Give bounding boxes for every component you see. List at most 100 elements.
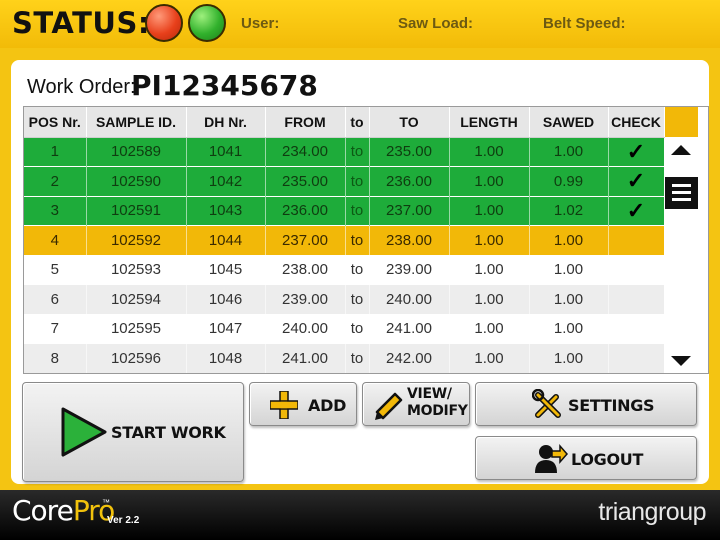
green-status-light-icon — [188, 4, 226, 42]
arrow-down-icon[interactable] — [671, 356, 691, 366]
cell-check: ✓ — [608, 137, 665, 167]
cell-sawed: 1.02 — [529, 196, 609, 226]
cell-check — [608, 343, 665, 373]
col-header-check[interactable]: CHECK — [608, 107, 665, 138]
cell-from: 239.00 — [265, 284, 346, 314]
col-header-sawed[interactable]: SAWED — [529, 107, 609, 138]
cell-sawed: 1.00 — [529, 255, 609, 285]
cell-from: 234.00 — [265, 137, 346, 167]
status-title: STATUS: — [12, 6, 150, 40]
user-label: User: — [241, 15, 280, 32]
cell-sawed: 1.00 — [529, 137, 609, 167]
col-header-sample-id[interactable]: SAMPLE ID. — [86, 107, 187, 138]
cell-check: ✓ — [608, 166, 665, 196]
pencil-icon — [375, 392, 403, 420]
settings-button[interactable]: SETTINGS — [475, 382, 697, 426]
work-order-value: PI12345678 — [131, 69, 318, 102]
cell-length: 1.00 — [449, 284, 530, 314]
table-row-active[interactable]: 4 102592 1044 237.00 to 238.00 1.00 1.00 — [24, 225, 665, 255]
version-label: Ver 2.2 — [107, 515, 140, 526]
cell-from: 237.00 — [265, 225, 346, 255]
cell-sample-id: 102590 — [86, 166, 187, 196]
cell-pos: 7 — [24, 314, 87, 344]
cell-to-word: to — [345, 314, 370, 344]
cell-to: 235.00 — [369, 137, 450, 167]
cell-length: 1.00 — [449, 314, 530, 344]
cell-sawed: 0.99 — [529, 166, 609, 196]
cell-sample-id: 102591 — [86, 196, 187, 226]
list-handle-icon[interactable] — [665, 177, 698, 209]
cell-pos: 2 — [24, 166, 87, 196]
cell-dh: 1047 — [186, 314, 266, 344]
cell-pos: 4 — [24, 225, 87, 255]
table-row[interactable]: 7 102595 1047 240.00 to 241.00 1.00 1.00 — [24, 314, 665, 344]
cell-pos: 3 — [24, 196, 87, 226]
col-header-from[interactable]: FROM — [265, 107, 346, 138]
view-modify-button[interactable]: VIEW/ MODIFY — [362, 382, 470, 426]
cell-to-word: to — [345, 255, 370, 285]
cell-sawed: 1.00 — [529, 314, 609, 344]
cell-sample-id: 102594 — [86, 284, 187, 314]
samples-table: POS Nr. SAMPLE ID. DH Nr. FROM to TO LEN… — [23, 106, 709, 374]
tools-icon — [532, 389, 561, 418]
scrollbar[interactable] — [665, 137, 698, 373]
table-row[interactable]: 5 102593 1045 238.00 to 239.00 1.00 1.00 — [24, 255, 665, 285]
col-header-dh[interactable]: DH Nr. — [186, 107, 266, 138]
table-row[interactable]: 8 102596 1048 241.00 to 242.00 1.00 1.00 — [24, 343, 665, 373]
cell-to: 237.00 — [369, 196, 450, 226]
arrow-up-icon[interactable] — [671, 145, 691, 155]
cell-to-word: to — [345, 225, 370, 255]
table-row[interactable]: 3 102591 1043 236.00 to 237.00 1.00 1.02… — [24, 196, 665, 226]
cell-to: 236.00 — [369, 166, 450, 196]
logout-label: LOGOUT — [571, 450, 644, 469]
add-button[interactable]: ADD — [249, 382, 357, 426]
table-row[interactable]: 1 102589 1041 234.00 to 235.00 1.00 1.00… — [24, 137, 665, 167]
table-row[interactable]: 2 102590 1042 235.00 to 236.00 1.00 0.99… — [24, 166, 665, 196]
plus-icon — [270, 391, 298, 419]
cell-sample-id: 102589 — [86, 137, 187, 167]
cell-length: 1.00 — [449, 225, 530, 255]
cell-dh: 1045 — [186, 255, 266, 285]
cell-pos: 6 — [24, 284, 87, 314]
cell-dh: 1042 — [186, 166, 266, 196]
cell-from: 236.00 — [265, 196, 346, 226]
cell-to-word: to — [345, 137, 370, 167]
cell-length: 1.00 — [449, 137, 530, 167]
work-order-label: Work Order: — [27, 76, 136, 98]
cell-to: 238.00 — [369, 225, 450, 255]
cell-sawed: 1.00 — [529, 225, 609, 255]
cell-to-word: to — [345, 343, 370, 373]
cell-from: 238.00 — [265, 255, 346, 285]
cell-to-word: to — [345, 166, 370, 196]
start-work-button[interactable]: START WORK — [22, 382, 244, 482]
col-header-to[interactable]: TO — [369, 107, 450, 138]
saw-load-label: Saw Load: — [398, 15, 474, 32]
table-row[interactable]: 6 102594 1046 239.00 to 240.00 1.00 1.00 — [24, 284, 665, 314]
col-header-length[interactable]: LENGTH — [449, 107, 530, 138]
col-header-pos[interactable]: POS Nr. — [24, 107, 87, 138]
cell-from: 240.00 — [265, 314, 346, 344]
cell-dh: 1041 — [186, 137, 266, 167]
col-header-to-word[interactable]: to — [345, 107, 370, 138]
cell-dh: 1044 — [186, 225, 266, 255]
logout-button[interactable]: LOGOUT — [475, 436, 697, 480]
cell-to: 242.00 — [369, 343, 450, 373]
cell-to: 240.00 — [369, 284, 450, 314]
cell-check — [608, 225, 665, 255]
trademark-mark: ™ — [102, 498, 110, 507]
cell-sawed: 1.00 — [529, 284, 609, 314]
cell-from: 235.00 — [265, 166, 346, 196]
cell-length: 1.00 — [449, 166, 530, 196]
cell-length: 1.00 — [449, 196, 530, 226]
cell-pos: 5 — [24, 255, 87, 285]
company-logo: triangroup — [598, 498, 706, 526]
cell-to-word: to — [345, 284, 370, 314]
cell-to: 239.00 — [369, 255, 450, 285]
brand-core: Core — [12, 494, 74, 527]
view-label: VIEW/ — [407, 386, 452, 402]
play-icon — [61, 407, 107, 457]
cell-sample-id: 102596 — [86, 343, 187, 373]
corepro-logo: CorePro — [12, 494, 115, 527]
checkmark-icon: ✓ — [626, 197, 646, 223]
cell-dh: 1043 — [186, 196, 266, 226]
